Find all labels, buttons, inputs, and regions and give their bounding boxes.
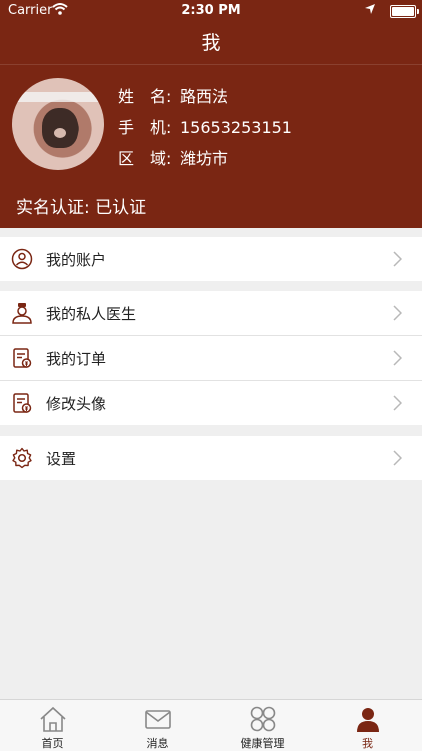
page-title: 我 <box>0 22 422 65</box>
phone-label: 手 机: <box>118 118 172 137</box>
doctor-icon <box>12 303 32 324</box>
verification-value: 已认证 <box>95 198 147 218</box>
name-row: 姓 名: 路西法 <box>118 83 228 107</box>
order-list-icon <box>13 348 32 368</box>
menu-label-change-avatar: 修改头像 <box>46 395 107 413</box>
phone-row: 手 机: 15653253151 <box>118 114 292 138</box>
verification-status: 实名认证: 已认证 <box>16 193 146 218</box>
tab-label-home: 首页 <box>41 737 64 750</box>
gear-icon <box>12 447 32 469</box>
envelope-icon <box>145 710 171 729</box>
region-value: 潍坊市 <box>180 149 229 168</box>
chevron-right-icon <box>393 305 402 321</box>
grid-circles-icon <box>250 706 276 732</box>
services-group: 我的私人医生 我的订单 修改头像 <box>0 291 422 425</box>
name-label: 姓 名: <box>118 87 172 106</box>
account-group: 我的账户 <box>0 237 422 281</box>
tab-label-me: 我 <box>362 737 373 750</box>
menu-item-account[interactable]: 我的账户 <box>0 237 422 281</box>
menu-label-settings: 设置 <box>46 450 77 468</box>
name-value: 路西法 <box>180 87 229 106</box>
avatar[interactable] <box>12 78 104 170</box>
person-icon <box>357 708 379 732</box>
tab-health[interactable]: 健康管理 <box>210 700 315 751</box>
menu-item-settings[interactable]: 设置 <box>0 436 422 480</box>
profile-header: Carrier 2:30 PM 我 姓 名: 路西法 手 机: 1565325315… <box>0 0 422 228</box>
menu-label-private-doctor: 我的私人医生 <box>46 305 137 323</box>
chevron-right-icon <box>393 350 402 366</box>
menu-item-private-doctor[interactable]: 我的私人医生 <box>0 291 422 336</box>
chevron-right-icon <box>393 251 402 267</box>
tab-messages[interactable]: 消息 <box>105 700 210 751</box>
phone-value: 15653253151 <box>180 118 292 137</box>
menu-item-change-avatar[interactable]: 修改头像 <box>0 381 422 425</box>
tab-home[interactable]: 首页 <box>0 700 105 751</box>
region-label: 区 域: <box>118 149 172 168</box>
tab-label-messages: 消息 <box>146 737 169 750</box>
region-row: 区 域: 潍坊市 <box>118 145 228 169</box>
tab-me[interactable]: 我 <box>315 700 420 751</box>
chevron-right-icon <box>393 395 402 411</box>
menu-label-orders: 我的订单 <box>46 350 107 368</box>
settings-group: 设置 <box>0 436 422 480</box>
user-circle-icon <box>11 248 33 270</box>
menu-item-orders[interactable]: 我的订单 <box>0 336 422 381</box>
tab-bar: 首页 消息 健康管理 我 <box>0 699 422 751</box>
chevron-right-icon <box>393 450 402 466</box>
menu-label-account: 我的账户 <box>46 251 107 269</box>
status-bar: Carrier 2:30 PM <box>0 0 422 22</box>
tab-label-health: 健康管理 <box>240 737 285 750</box>
clock: 2:30 PM <box>181 3 241 18</box>
home-icon <box>40 706 66 732</box>
edit-document-icon <box>13 393 32 413</box>
verification-label: 实名认证: <box>16 198 90 218</box>
location-arrow-icon <box>365 4 375 14</box>
battery-icon <box>390 5 419 18</box>
